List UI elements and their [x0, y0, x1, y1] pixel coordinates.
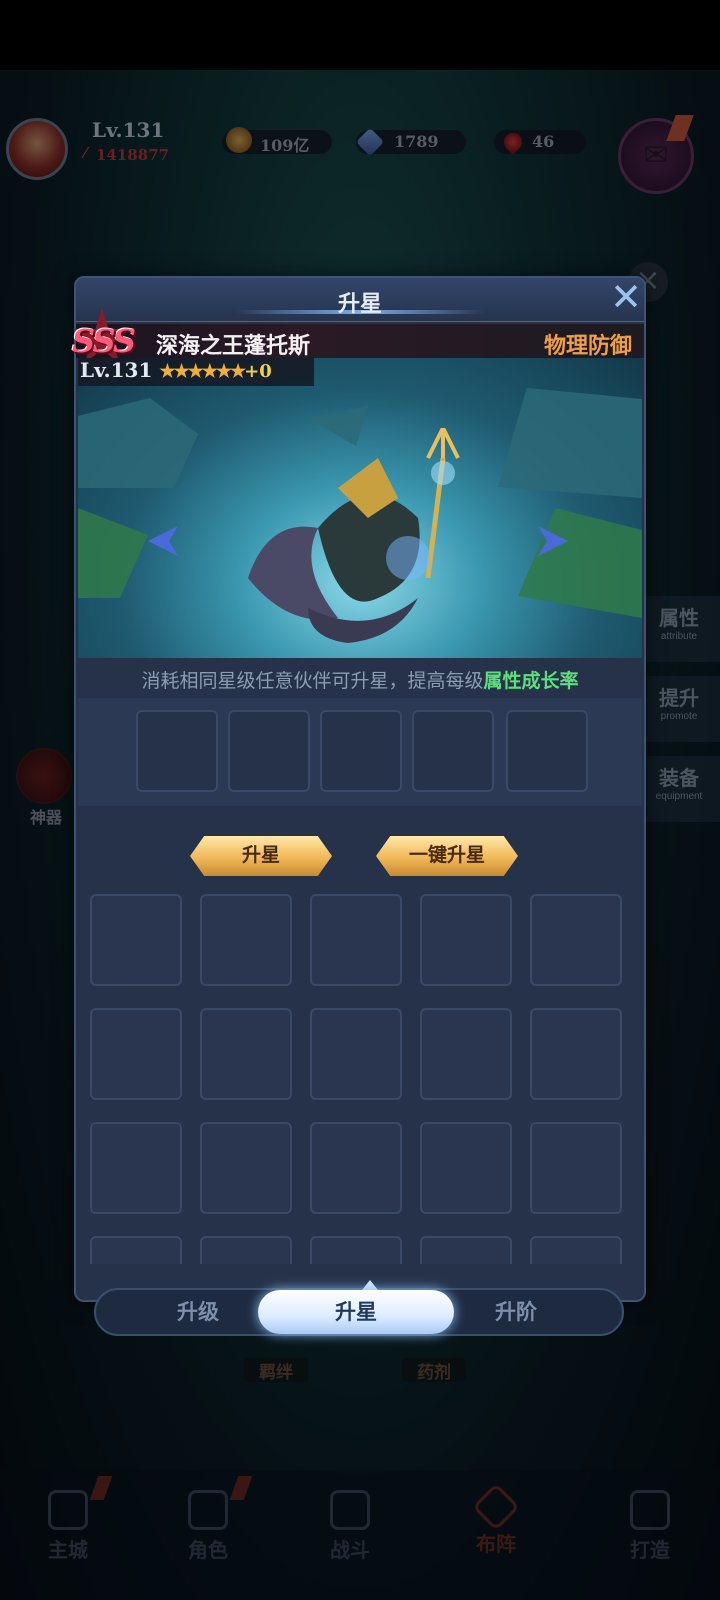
inventory-cell[interactable]: [530, 894, 622, 986]
inventory-cell[interactable]: [420, 894, 512, 986]
material-slot[interactable]: [412, 710, 494, 792]
hero-name-bar: SSS 深海之王蓬托斯 物理防御: [72, 308, 644, 363]
description-text: 消耗相同星级任意伙伴可升星，提高每级: [141, 670, 484, 692]
material-slot[interactable]: [506, 710, 588, 792]
inventory-cell[interactable]: [90, 894, 182, 986]
plant-decoration: [78, 508, 148, 598]
hero-inventory-grid: [78, 892, 642, 1264]
rock-decoration: [78, 398, 198, 488]
inventory-cell[interactable]: [90, 1008, 182, 1100]
active-tab-indicator: [362, 1280, 378, 1290]
description-highlight: 属性成长率: [483, 670, 579, 692]
modal-tab-bar: 升级 升星 升阶: [94, 1280, 624, 1336]
inventory-cell[interactable]: [420, 1236, 512, 1264]
inventory-cell[interactable]: [310, 1122, 402, 1214]
star-up-button[interactable]: 升星: [190, 836, 332, 876]
inventory-cell[interactable]: [90, 1236, 182, 1264]
star-up-description: 消耗相同星级任意伙伴可升星，提高每级属性成长率: [76, 666, 644, 693]
tab-level-up[interactable]: 升级: [118, 1290, 278, 1334]
one-key-star-up-button[interactable]: 一键升星: [376, 836, 518, 876]
rank-text: SSS: [72, 322, 136, 360]
material-slot[interactable]: [320, 710, 402, 792]
hero-portrait: Lv.131 ★★★★★★+0: [78, 358, 642, 658]
inventory-cell[interactable]: [310, 894, 402, 986]
inventory-cell[interactable]: [200, 1236, 292, 1264]
hero-sprite: [248, 428, 460, 643]
material-slots: [78, 698, 642, 806]
plant-decoration: [518, 508, 642, 618]
material-slot[interactable]: [136, 710, 218, 792]
hero-type: 物理防御: [543, 333, 632, 359]
inventory-cell[interactable]: [420, 1122, 512, 1214]
modal-header: 升星 ✕: [76, 278, 644, 322]
hero-name: 深海之王蓬托斯: [156, 333, 311, 359]
prev-hero-icon[interactable]: [148, 526, 178, 556]
close-icon[interactable]: ✕: [606, 278, 646, 318]
tab-advance[interactable]: 升阶: [436, 1290, 596, 1334]
inventory-cell[interactable]: [200, 1008, 292, 1100]
inventory-cell[interactable]: [530, 1122, 622, 1214]
rock-decoration: [498, 388, 642, 498]
star-up-modal: 升星 ✕ SSS 深海之王蓬托斯 物理防御 Lv.131 ★★★★★★+0 消耗…: [72, 276, 646, 1336]
tab-star-up[interactable]: 升星: [258, 1290, 454, 1334]
hero-level: Lv.131: [80, 358, 153, 382]
inventory-cell[interactable]: [420, 1008, 512, 1100]
star-plus: +0: [244, 361, 272, 382]
modal-title: 升星: [337, 291, 382, 317]
inventory-cell[interactable]: [530, 1008, 622, 1100]
inventory-cell[interactable]: [200, 1122, 292, 1214]
star-rating: ★★★★★★: [159, 361, 246, 382]
status-bar: [0, 0, 720, 70]
hero-level-bar: Lv.131 ★★★★★★+0: [78, 358, 314, 386]
inventory-cell[interactable]: [530, 1236, 622, 1264]
inventory-cell[interactable]: [310, 1236, 402, 1264]
inventory-cell[interactable]: [200, 894, 292, 986]
inventory-cell[interactable]: [310, 1008, 402, 1100]
inventory-cell[interactable]: [90, 1122, 182, 1214]
material-slot[interactable]: [228, 710, 310, 792]
